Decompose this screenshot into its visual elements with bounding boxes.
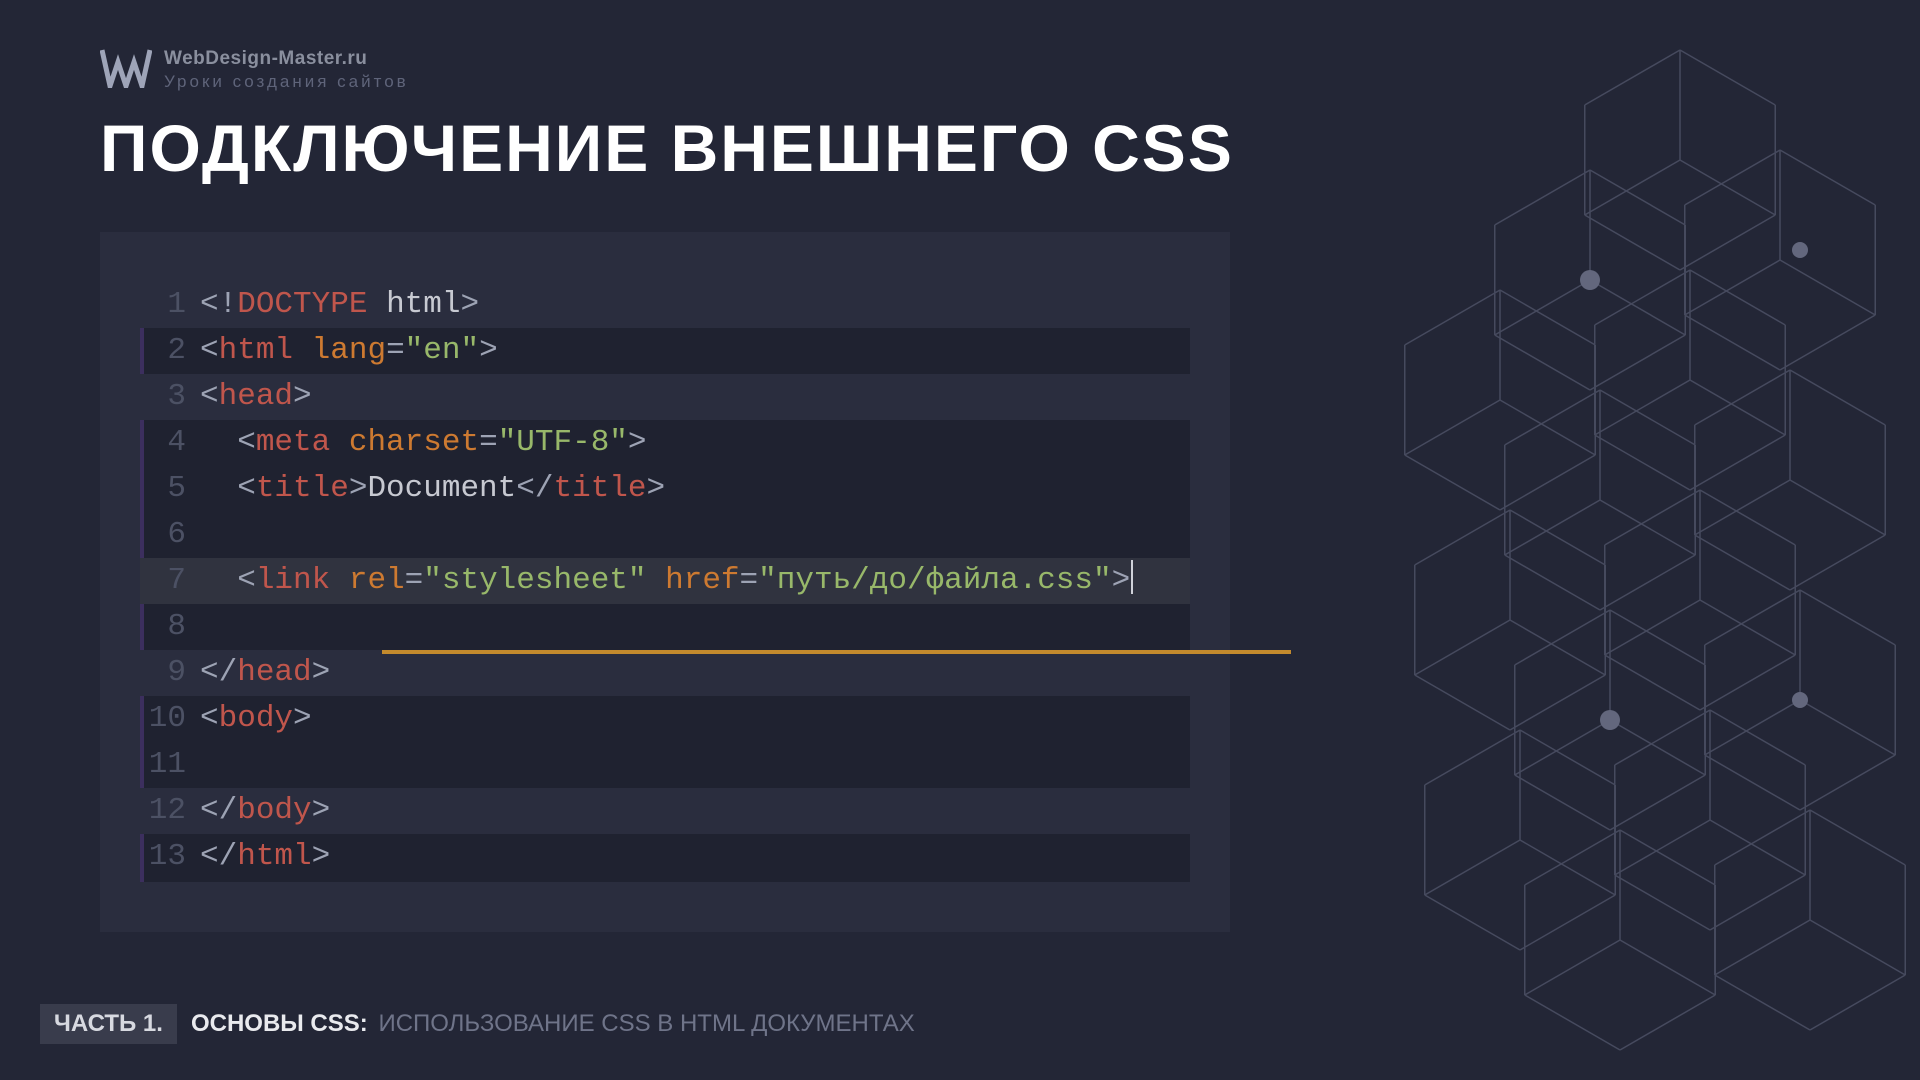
line-number: 11 <box>140 742 200 788</box>
code-content: <head> <box>200 374 312 420</box>
line-number: 10 <box>140 696 200 742</box>
code-block: 1<!DOCTYPE html>2<html lang="en">3<head>… <box>100 232 1230 932</box>
code-content: </head> <box>200 650 330 696</box>
code-line: 11 <box>140 742 1190 788</box>
code-line: 12</body> <box>140 788 1190 834</box>
line-number: 3 <box>140 374 200 420</box>
slide-title: ПОДКЛЮЧЕНИЕ ВНЕШНЕГО CSS <box>100 110 1234 186</box>
edit-underline <box>382 650 1291 654</box>
line-number: 4 <box>140 420 200 466</box>
footer-dim: ИСПОЛЬЗОВАНИЕ CSS В HTML ДОКУМЕНТАХ <box>378 1010 914 1037</box>
code-content: </body> <box>200 788 330 834</box>
code-content: <title>Document</title> <box>200 466 665 512</box>
logo-icon <box>100 48 152 88</box>
code-line: 4 <meta charset="UTF-8"> <box>140 420 1190 466</box>
code-content: <body> <box>200 696 312 742</box>
line-number: 8 <box>140 604 200 650</box>
code-content: <html lang="en"> <box>200 328 498 374</box>
code-line: 7 <link rel="stylesheet" href="путь/до/ф… <box>140 558 1190 604</box>
code-editor: 1<!DOCTYPE html>2<html lang="en">3<head>… <box>140 282 1190 882</box>
code-line: 3<head> <box>140 374 1190 420</box>
code-content: <link rel="stylesheet" href="путь/до/фай… <box>200 558 1133 604</box>
line-number: 7 <box>140 558 200 604</box>
line-number: 2 <box>140 328 200 374</box>
code-line: 10<body> <box>140 696 1190 742</box>
line-number: 1 <box>140 282 200 328</box>
code-line: 8 <box>140 604 1190 650</box>
text-cursor <box>1131 560 1133 594</box>
site-logo: WebDesign-Master.ru Уроки создания сайто… <box>100 48 409 92</box>
footer-chip: ЧАСТЬ 1. <box>40 1004 177 1044</box>
code-line: 1<!DOCTYPE html> <box>140 282 1190 328</box>
line-number: 12 <box>140 788 200 834</box>
code-line: 9</head> <box>140 650 1190 696</box>
code-line: 5 <title>Document</title> <box>140 466 1190 512</box>
line-number: 5 <box>140 466 200 512</box>
footer-strong: ОСНОВЫ CSS: <box>191 1010 368 1037</box>
line-number: 13 <box>140 834 200 880</box>
logo-tagline: Уроки создания сайтов <box>164 72 409 92</box>
code-line: 2<html lang="en"> <box>140 328 1190 374</box>
code-content: </html> <box>200 834 330 880</box>
line-number: 6 <box>140 512 200 558</box>
code-line: 13</html> <box>140 834 1190 880</box>
line-number: 9 <box>140 650 200 696</box>
code-line: 6 <box>140 512 1190 558</box>
slide-footer: ЧАСТЬ 1. ОСНОВЫ CSS: ИСПОЛЬЗОВАНИЕ CSS В… <box>40 1004 915 1044</box>
logo-site-name: WebDesign-Master.ru <box>164 48 409 70</box>
code-content: <meta charset="UTF-8"> <box>200 420 647 466</box>
code-content: <!DOCTYPE html> <box>200 282 479 328</box>
decorative-cubes <box>1260 40 1920 1060</box>
